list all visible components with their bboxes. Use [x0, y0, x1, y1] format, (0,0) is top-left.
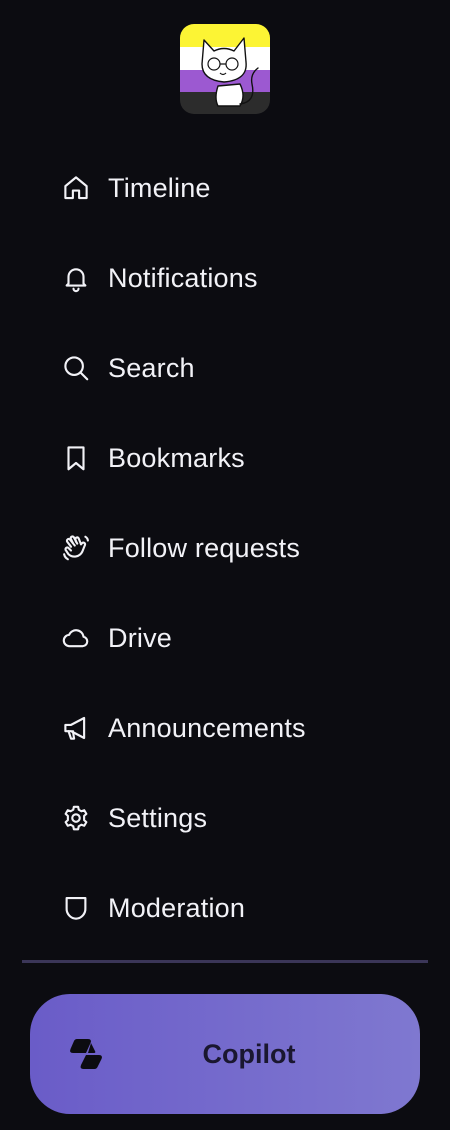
search-icon: [60, 352, 92, 384]
nav-item-drive[interactable]: Drive: [0, 593, 450, 683]
copilot-button[interactable]: Copilot: [30, 994, 420, 1114]
nav-item-notifications[interactable]: Notifications: [0, 233, 450, 323]
nav-item-timeline[interactable]: Timeline: [0, 143, 450, 233]
nav-item-label: Search: [108, 352, 195, 383]
nav-item-search[interactable]: Search: [0, 323, 450, 413]
home-icon: [60, 172, 92, 204]
nav-item-label: Announcements: [108, 712, 306, 743]
nav-item-label: Notifications: [108, 262, 258, 293]
sidebar-divider: [22, 960, 428, 963]
cloud-icon: [60, 622, 92, 654]
megaphone-icon: [60, 712, 92, 744]
shield-icon: [60, 892, 92, 924]
nav-item-moderation[interactable]: Moderation: [0, 863, 450, 953]
nav-item-label: Moderation: [108, 892, 246, 923]
nav-item-bookmarks[interactable]: Bookmarks: [0, 413, 450, 503]
nav-item-follow-requests[interactable]: Follow requests: [0, 503, 450, 593]
gear-icon: [60, 802, 92, 834]
avatar-image: [180, 24, 270, 114]
sidebar-nav: Timeline Notifications Search Bookmarks …: [0, 143, 450, 953]
nav-item-label: Timeline: [108, 172, 211, 203]
user-avatar[interactable]: [180, 24, 270, 114]
nav-item-announcements[interactable]: Announcements: [0, 683, 450, 773]
nav-item-label: Bookmarks: [108, 442, 245, 473]
copilot-label: Copilot: [202, 1038, 296, 1069]
nav-item-label: Drive: [108, 622, 173, 653]
bookmark-icon: [60, 442, 92, 474]
nav-item-settings[interactable]: Settings: [0, 773, 450, 863]
nav-item-label: Follow requests: [108, 532, 301, 563]
nav-item-label: Settings: [108, 802, 208, 833]
hand-wave-icon: [60, 532, 92, 564]
bell-icon: [60, 262, 92, 294]
